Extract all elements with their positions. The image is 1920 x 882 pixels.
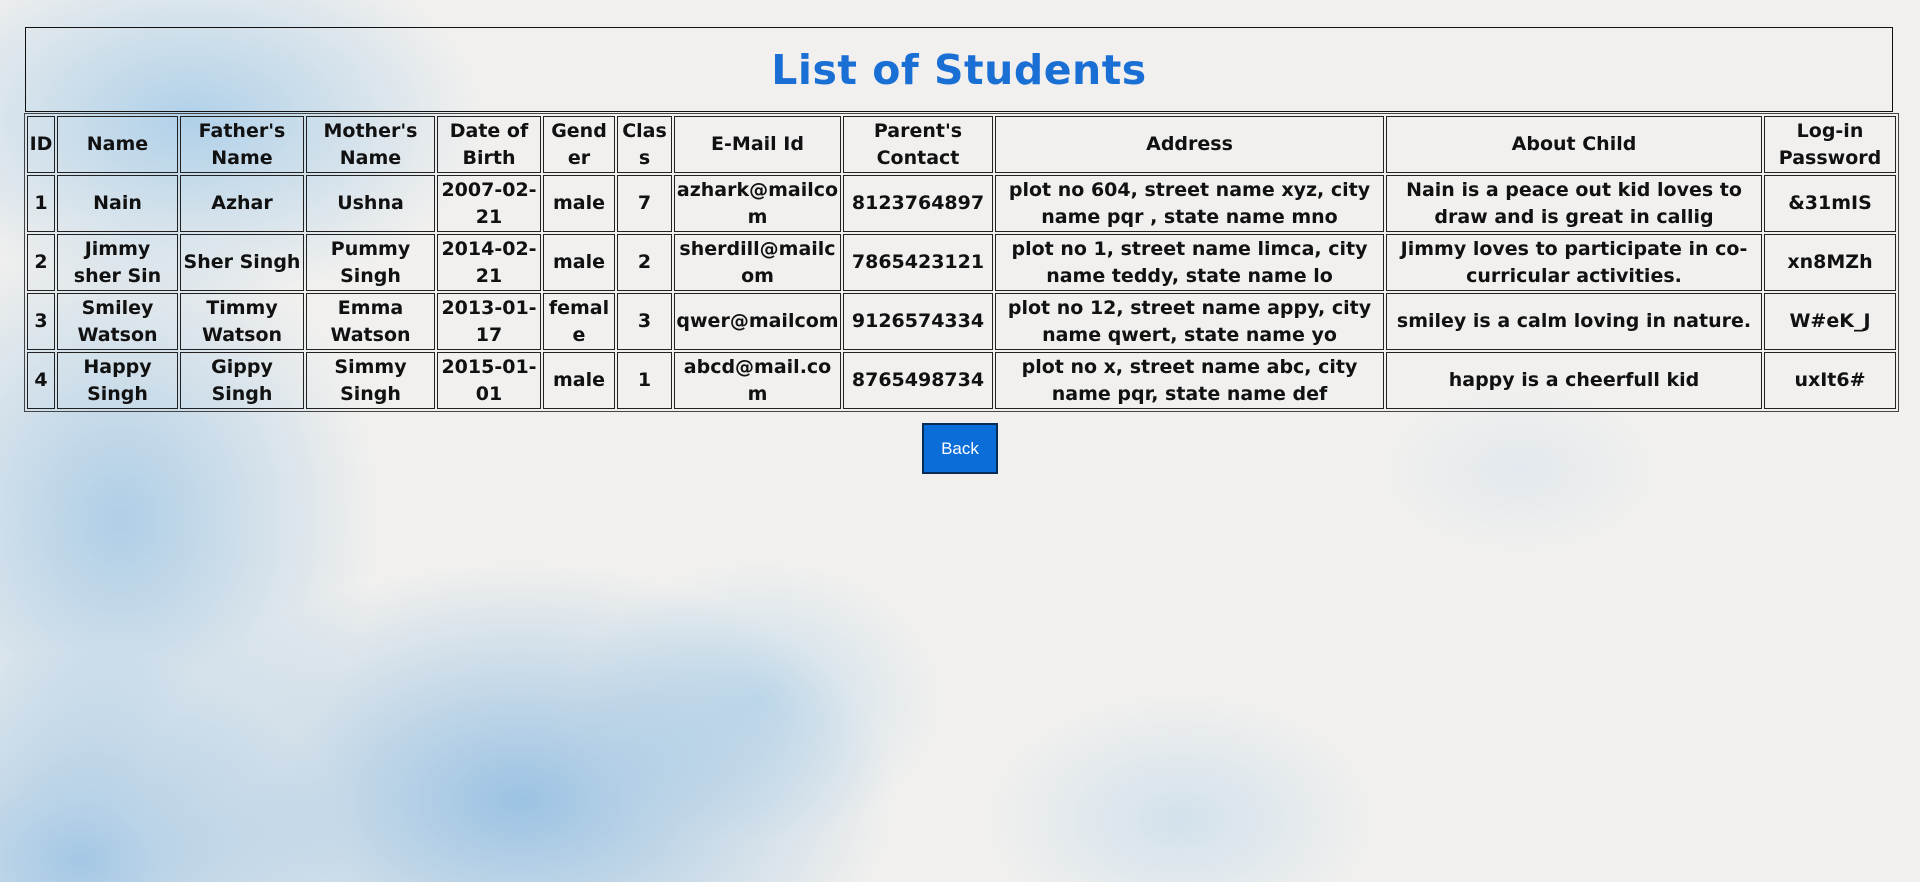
cell-parents-contact: 9126574334 <box>843 293 993 350</box>
cell-parents-contact: 8123764897 <box>843 175 993 232</box>
cell-about-child: happy is a cheerfull kid <box>1386 352 1762 409</box>
cell-gender: male <box>543 175 615 232</box>
cell-id: 2 <box>27 234 55 291</box>
cell-mothers-name: Emma Watson <box>306 293 435 350</box>
header-class: Class <box>617 116 672 173</box>
cell-mothers-name: Simmy Singh <box>306 352 435 409</box>
cell-about-child: Nain is a peace out kid loves to draw an… <box>1386 175 1762 232</box>
table-row: 1 Nain Azhar Ushna 2007-02-21 male 7 azh… <box>27 175 1896 232</box>
cell-email: qwer@mailcom <box>674 293 841 350</box>
cell-fathers-name: Gippy Singh <box>180 352 304 409</box>
table-header-row: ID Name Father's Name Mother's Name Date… <box>27 116 1896 173</box>
back-button[interactable]: Back <box>922 423 998 474</box>
cell-login-password: xn8MZh <box>1764 234 1896 291</box>
cell-about-child: Jimmy loves to participate in co-curricu… <box>1386 234 1762 291</box>
cell-email: azhark@mailcom <box>674 175 841 232</box>
cell-mothers-name: Ushna <box>306 175 435 232</box>
cell-date-of-birth: 2015-01-01 <box>437 352 541 409</box>
cell-parents-contact: 8765498734 <box>843 352 993 409</box>
cell-login-password: W#eK_J <box>1764 293 1896 350</box>
table-row: 3 Smiley Watson Timmy Watson Emma Watson… <box>27 293 1896 350</box>
cell-parents-contact: 7865423121 <box>843 234 993 291</box>
cell-name: Smiley Watson <box>57 293 178 350</box>
header-address: Address <box>995 116 1384 173</box>
cell-date-of-birth: 2013-01-17 <box>437 293 541 350</box>
table-row: 4 Happy Singh Gippy Singh Simmy Singh 20… <box>27 352 1896 409</box>
cell-address: plot no 12, street name appy, city name … <box>995 293 1384 350</box>
actions-bar: Back <box>0 423 1920 474</box>
header-email: E-Mail Id <box>674 116 841 173</box>
cell-fathers-name: Timmy Watson <box>180 293 304 350</box>
cell-login-password: &31mIS <box>1764 175 1896 232</box>
cell-fathers-name: Azhar <box>180 175 304 232</box>
page: List of Students ID Name Father's Name M… <box>0 0 1920 474</box>
students-table: ID Name Father's Name Mother's Name Date… <box>24 113 1899 412</box>
cell-email: sherdill@mailcom <box>674 234 841 291</box>
cell-gender: male <box>543 352 615 409</box>
cell-date-of-birth: 2014-02-21 <box>437 234 541 291</box>
cell-name: Happy Singh <box>57 352 178 409</box>
header-date-of-birth: Date of Birth <box>437 116 541 173</box>
header-id: ID <box>27 116 55 173</box>
header-mothers-name: Mother's Name <box>306 116 435 173</box>
cell-id: 4 <box>27 352 55 409</box>
header-gender: Gender <box>543 116 615 173</box>
cell-address: plot no x, street name abc, city name pq… <box>995 352 1384 409</box>
table-row: 2 Jimmy sher Sin Sher Singh Pummy Singh … <box>27 234 1896 291</box>
cell-class: 3 <box>617 293 672 350</box>
cell-id: 3 <box>27 293 55 350</box>
cell-address: plot no 1, street name limca, city name … <box>995 234 1384 291</box>
cell-about-child: smiley is a calm loving in nature. <box>1386 293 1762 350</box>
cell-date-of-birth: 2007-02-21 <box>437 175 541 232</box>
cell-id: 1 <box>27 175 55 232</box>
header-about-child: About Child <box>1386 116 1762 173</box>
cell-class: 1 <box>617 352 672 409</box>
cell-mothers-name: Pummy Singh <box>306 234 435 291</box>
cell-address: plot no 604, street name xyz, city name … <box>995 175 1384 232</box>
cell-class: 7 <box>617 175 672 232</box>
cell-gender: female <box>543 293 615 350</box>
header-parents-contact: Parent's Contact <box>843 116 993 173</box>
cell-gender: male <box>543 234 615 291</box>
cell-login-password: uxIt6# <box>1764 352 1896 409</box>
header-fathers-name: Father's Name <box>180 116 304 173</box>
header-name: Name <box>57 116 178 173</box>
cell-fathers-name: Sher Singh <box>180 234 304 291</box>
title-box: List of Students <box>25 27 1893 112</box>
cell-class: 2 <box>617 234 672 291</box>
cell-email: abcd@mail.com <box>674 352 841 409</box>
header-login-password: Log-in Password <box>1764 116 1896 173</box>
page-title: List of Students <box>771 45 1147 94</box>
cell-name: Nain <box>57 175 178 232</box>
cell-name: Jimmy sher Sin <box>57 234 178 291</box>
